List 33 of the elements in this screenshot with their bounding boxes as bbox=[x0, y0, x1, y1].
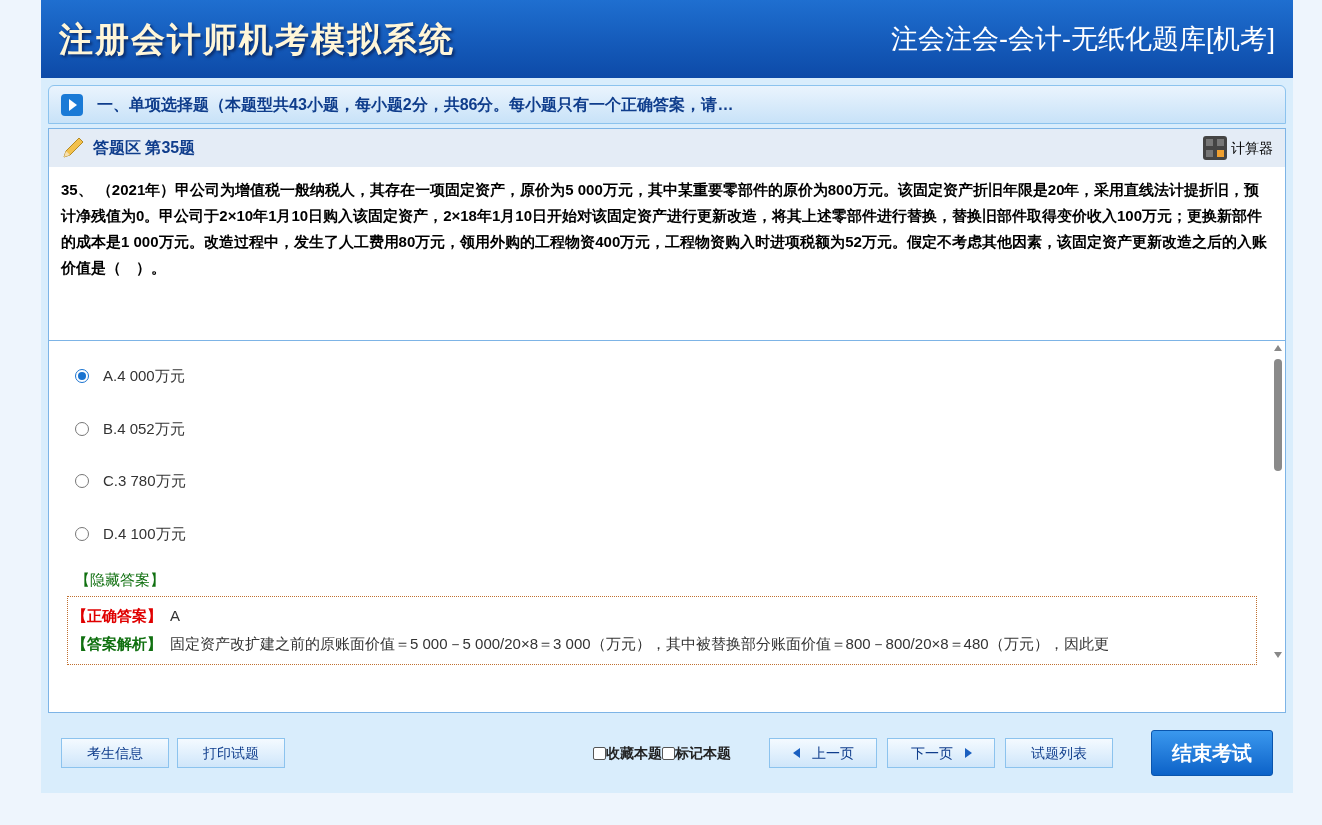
scroll-up-icon bbox=[1274, 345, 1282, 351]
question-list-button[interactable]: 试题列表 bbox=[1005, 738, 1113, 768]
scroll-down-icon bbox=[1274, 652, 1282, 658]
next-page-button[interactable]: 下一页 bbox=[887, 738, 995, 768]
calculator-icon bbox=[1203, 136, 1227, 160]
window-title: 注会注会-会计-无纸化题库[机考] bbox=[891, 22, 1275, 56]
correct-answer-value: A bbox=[170, 605, 180, 626]
checkbox[interactable] bbox=[593, 746, 606, 760]
right-arrow-icon bbox=[964, 748, 972, 758]
option-label[interactable]: D.4 100万元 bbox=[103, 522, 186, 545]
previous-page-button[interactable]: 上一页 bbox=[769, 738, 877, 768]
left-arrow-icon bbox=[792, 748, 800, 758]
analysis-label: 【答案解析】 bbox=[72, 634, 162, 654]
correct-answer-label: 【正确答案】 bbox=[72, 605, 162, 626]
toolbar-button[interactable]: 打印试题 bbox=[177, 738, 285, 768]
app-logo: 注册会计师机考模拟系统 bbox=[59, 18, 455, 60]
checkbox[interactable] bbox=[662, 746, 675, 760]
hide-answer-link[interactable]: 【隐藏答案】 bbox=[75, 569, 165, 592]
section-title: 一、单项选择题（本题型共43小题，每小题2分，共86分。每小题只有一个正确答案，请… bbox=[97, 94, 734, 115]
checkbox-label[interactable]: 收藏本题 bbox=[606, 742, 662, 764]
option-label[interactable]: B.4 052万元 bbox=[103, 417, 185, 440]
option-label[interactable]: C.3 780万元 bbox=[103, 470, 186, 493]
finish-exam-button[interactable]: 结束考试 bbox=[1151, 730, 1273, 776]
checkbox-label[interactable]: 标记本题 bbox=[675, 742, 731, 764]
play-icon bbox=[61, 93, 83, 116]
pencil-icon bbox=[61, 136, 85, 160]
scrollbar-thumb[interactable] bbox=[1274, 359, 1282, 471]
analysis-text: 固定资产改扩建之前的原账面价值＝5 000－5 000/20×8＝3 000（万元），其中被替换部分账面价值＝800－800/20×8＝480（万元），因此更 bbox=[170, 634, 1109, 654]
option-label[interactable]: A.4 000万元 bbox=[103, 365, 185, 388]
calculator-button[interactable]: 计算器 bbox=[1203, 136, 1273, 160]
answer-area-title: 答题区 第35题 bbox=[93, 138, 196, 158]
question-text: 35、 （2021年）甲公司为增值税一般纳税人，其存在一项固定资产，原价为5 000万元，其中某重要零部件的原价为800万元。该固定资产折旧年限是20年，采用直线法计提折旧，预计净残值为0。甲公司于2×10年1月10日购入该固定资产，2×18年1月10日开始对该固定资产进行更新改造，将其上述零部件进行替换，替换旧部件取得变价收入100万元；更换新部件的成本是1 000万元。改造过程中，发生了人工费用80万元，领用外购的工程物资400万元，工程物资购入时进项税额为52万元。假定不考虑其他因素，该固定资产更新改造之后的入账价值是（ ）。 bbox=[61, 180, 1268, 278]
toolbar-button[interactable]: 考生信息 bbox=[61, 738, 169, 768]
